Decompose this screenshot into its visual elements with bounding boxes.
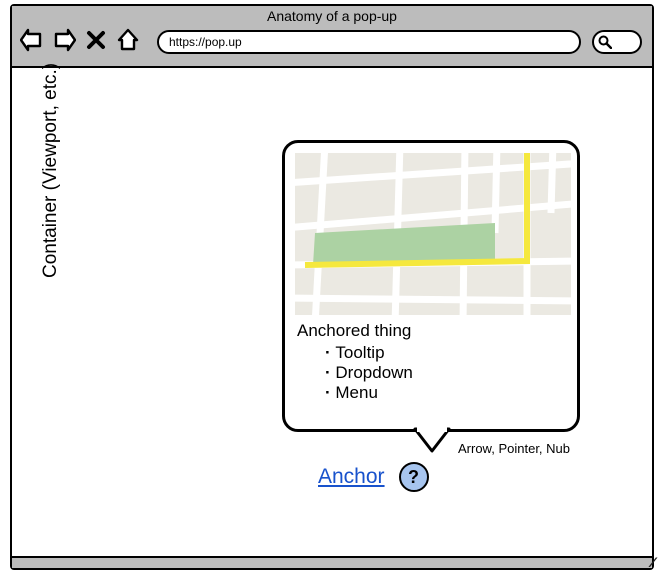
popup-list: Tooltip Dropdown Menu	[297, 343, 565, 403]
list-item: Dropdown	[325, 363, 565, 383]
stop-icon[interactable]	[84, 28, 108, 52]
list-item: Menu	[325, 383, 565, 403]
forward-icon[interactable]	[52, 28, 76, 52]
window-title: Anatomy of a pop-up	[12, 8, 652, 24]
anchor-row: Anchor ?	[318, 462, 429, 492]
home-icon[interactable]	[116, 28, 140, 52]
help-icon[interactable]: ?	[399, 462, 429, 492]
popup-body: Anchored thing Tooltip Dropdown Menu	[295, 315, 567, 403]
url-input[interactable]	[157, 30, 581, 54]
back-icon[interactable]	[20, 28, 44, 52]
titlebar: Anatomy of a pop-up	[12, 6, 652, 68]
container-label: Container (Viewport, etc.)	[40, 63, 62, 278]
viewport: Container (Viewport, etc.)	[12, 68, 652, 556]
popup-card: Anchored thing Tooltip Dropdown Menu	[282, 140, 580, 432]
list-item: Tooltip	[325, 343, 565, 363]
browser-window: Anatomy of a pop-up Container (Viewport,…	[10, 4, 654, 570]
help-glyph: ?	[408, 467, 419, 488]
statusbar	[12, 556, 652, 568]
map-thumbnail	[295, 153, 571, 315]
anchor-link[interactable]: Anchor	[318, 465, 385, 489]
search-pill[interactable]	[592, 30, 642, 54]
popup-heading: Anchored thing	[297, 321, 565, 341]
arrow-label: Arrow, Pointer, Nub	[458, 441, 570, 456]
nav-controls	[20, 28, 140, 52]
resize-grip-icon[interactable]: ⁄⁄	[651, 554, 652, 570]
